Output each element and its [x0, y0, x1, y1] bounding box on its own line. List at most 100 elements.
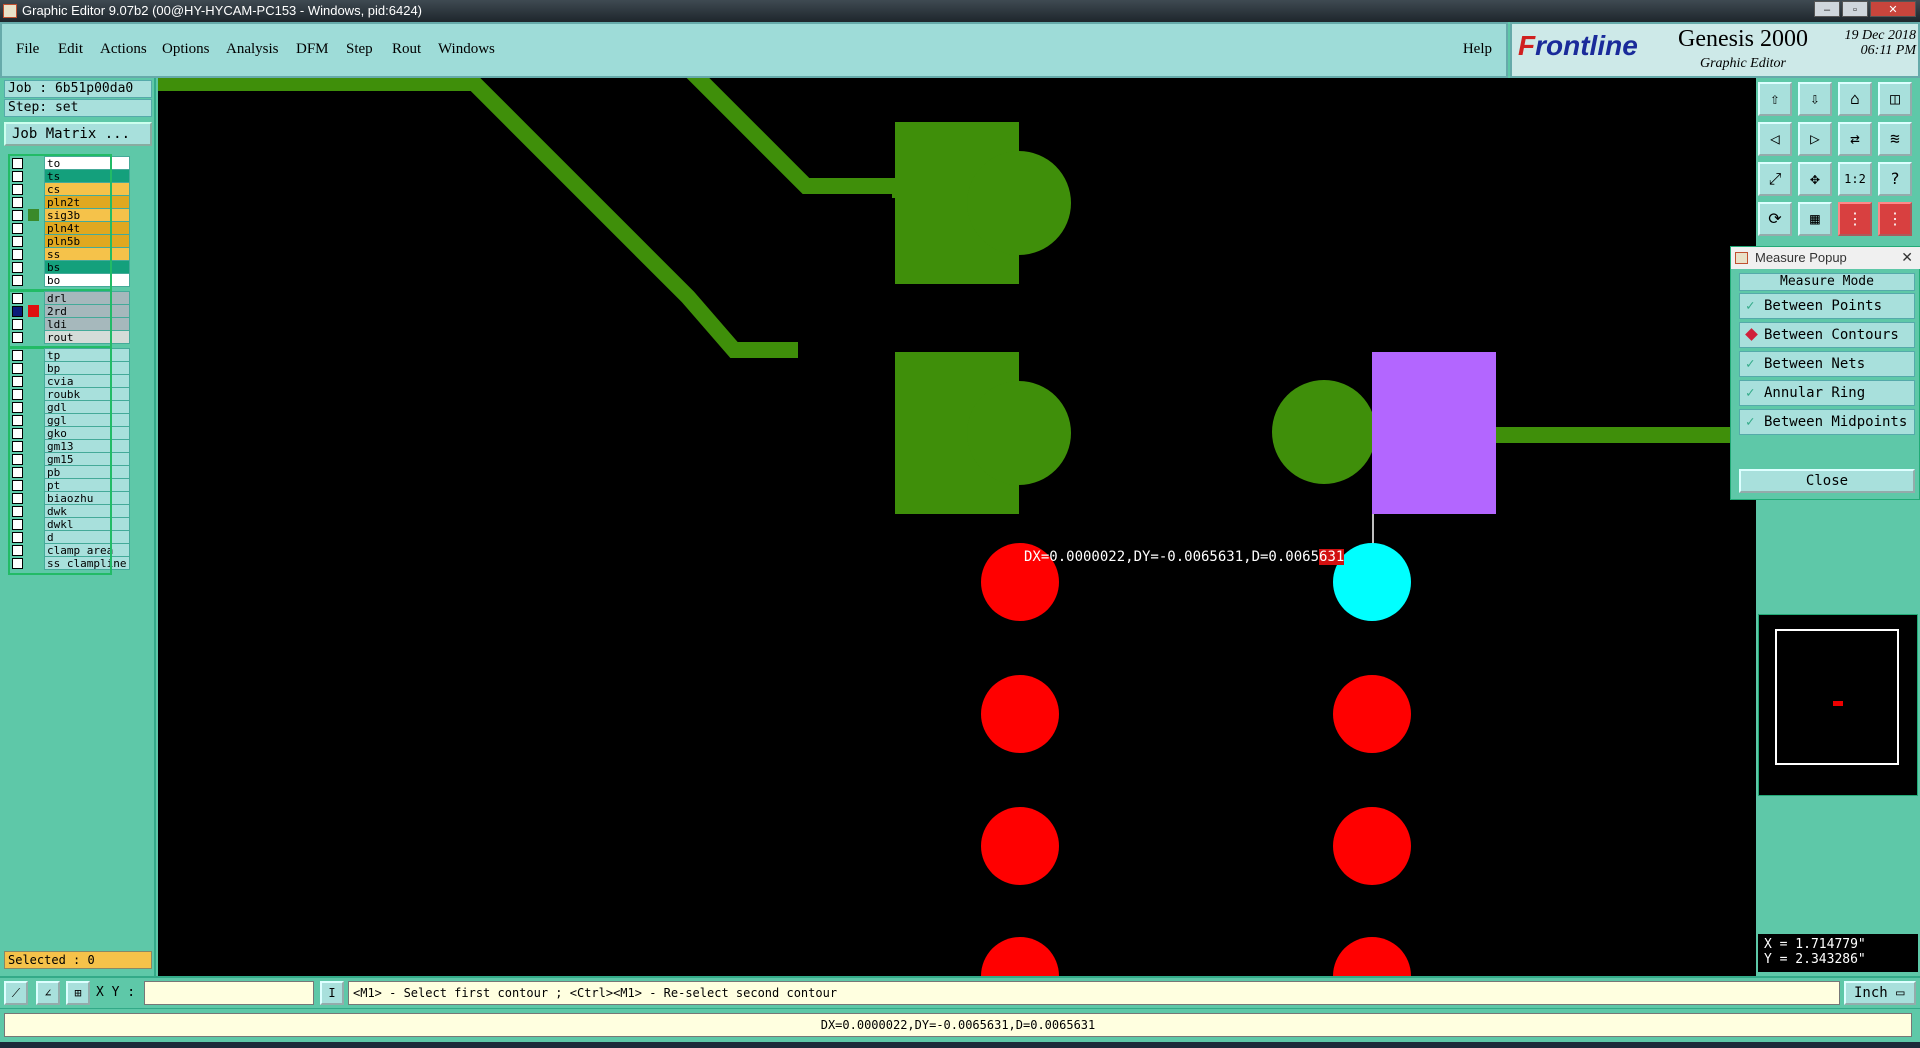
xy-label: X Y : [96, 985, 136, 1000]
pan-right-icon[interactable]: ▷ [1798, 122, 1832, 156]
measure-readout: DX=0.0000022,DY=-0.0065631,D=0.0065631 [1024, 549, 1345, 565]
date-time: 19 Dec 2018 06:11 PM [1820, 28, 1916, 58]
menu-help[interactable]: Help [1463, 41, 1492, 58]
pad-round [967, 381, 1071, 485]
info-icon[interactable]: I [320, 981, 344, 1005]
pad-right [1272, 380, 1376, 484]
measure-readout-highlight: 631 [1319, 549, 1345, 565]
step-label: Step: set [4, 99, 152, 117]
pan-left-icon[interactable]: ◁ [1758, 122, 1792, 156]
popup-close-button[interactable]: Close [1739, 469, 1915, 493]
measure-mode-item[interactable]: ✓ Between Points [1739, 293, 1915, 319]
measure-mode-item[interactable]: Between Contours [1739, 322, 1915, 348]
product-name: Genesis 2000 [1678, 26, 1808, 52]
maximize-button[interactable]: ▫ [1842, 1, 1868, 17]
measure-mode-item[interactable]: ✓ Between Nets [1739, 351, 1915, 377]
menu-actions[interactable]: Actions [100, 41, 147, 58]
frontline-logo: Frontline Genesis 2000 Graphic Editor 19… [1510, 22, 1920, 78]
radio-selected-icon [1745, 328, 1758, 341]
command-prompt: <M1> - Select first contour ; <Ctrl><M1>… [348, 981, 1840, 1005]
drill-hole-selected [1333, 543, 1411, 621]
drill-holes [981, 543, 1411, 976]
unit-selector[interactable]: Inch ▭ [1844, 981, 1916, 1005]
popup-close-icon[interactable]: ✕ [1901, 249, 1913, 266]
measure-mode-header: Measure Mode [1739, 273, 1915, 291]
layer-group [8, 346, 112, 575]
check-icon: ✓ [1746, 414, 1755, 430]
overview-map[interactable] [1758, 614, 1918, 796]
pad-round [1272, 380, 1376, 484]
scale-icon[interactable]: 1:2 [1838, 162, 1872, 196]
measure-mode-item[interactable]: ✓ Between Midpoints [1739, 409, 1915, 435]
measure-mode-item[interactable]: ✓ Annular Ring [1739, 380, 1915, 406]
home-icon[interactable]: ⌂ [1838, 82, 1872, 116]
drill-hole [981, 675, 1059, 753]
close-window-button[interactable]: ✕ [1870, 1, 1916, 17]
menu-edit[interactable]: Edit [58, 41, 83, 58]
command-bar: ⟋ ∠ ⊞ X Y : I <M1> - Select first contou… [0, 976, 1920, 1006]
selected-pad [1372, 352, 1496, 514]
zoom-center-icon[interactable]: ✥ [1798, 162, 1832, 196]
message-bar: DX=0.0000022,DY=-0.0065631,D=0.0065631 [0, 1008, 1920, 1040]
overview-marker [1833, 701, 1843, 706]
menu-file[interactable]: File [16, 41, 39, 58]
window-title-bar: Graphic Editor 9.07b2 (00@HY-HYCAM-PC153… [0, 0, 1920, 22]
angle-mode-icon[interactable]: ∠ [36, 981, 60, 1005]
layer-up-icon[interactable]: ⇧ [1758, 82, 1792, 116]
selected-count: Selected : 0 [4, 951, 152, 969]
measure-popup: Measure Popup ✕ Measure Mode Close ✓ Betw… [1730, 246, 1920, 500]
help-icon[interactable]: ? [1878, 162, 1912, 196]
menu-rout[interactable]: Rout [392, 41, 421, 58]
measure-mode-label: Annular Ring [1764, 385, 1866, 401]
app-icon [3, 4, 17, 18]
menu-step[interactable]: Step [346, 41, 373, 58]
drill-hole [981, 807, 1059, 885]
drill-hole [1333, 937, 1411, 976]
layer-list: to ts cs pln2t sig3b pln4t pln5b ss bs bo drl 2rd ld… [4, 154, 130, 754]
menu-dfm[interactable]: DFM [296, 41, 329, 58]
overview-frame[interactable] [1775, 629, 1899, 765]
menu-windows[interactable]: Windows [438, 41, 495, 58]
drill-hole [1333, 807, 1411, 885]
net-red-icon[interactable]: ⋮ [1838, 202, 1872, 236]
measure-mode-label: Between Nets [1764, 356, 1866, 372]
chevron-down-icon: ▭ [1896, 985, 1905, 1001]
coord-x: X = 1.714779" [1764, 937, 1866, 952]
xy-input[interactable] [144, 981, 314, 1005]
graphic-canvas[interactable]: DX=0.0000022,DY=-0.0065631,D=0.0065631 [158, 78, 1756, 976]
check-icon: ✓ [1746, 356, 1755, 372]
drill-hole [1333, 675, 1411, 753]
swap-icon[interactable]: ⇄ [1838, 122, 1872, 156]
board-graphics[interactable] [158, 78, 1756, 976]
measure-readout-main: DX=0.0000022,DY=-0.0065631,D=0.0065 [1024, 549, 1320, 565]
trace [686, 78, 908, 198]
snap-mode-icon[interactable]: ⟋ [4, 981, 28, 1005]
zoom-fit-icon[interactable]: ⤢ [1758, 162, 1792, 196]
measure-mode-label: Between Midpoints [1764, 414, 1908, 430]
layer-panel: Job : 6b51p00da0 Step: set Job Matrix ..… [0, 78, 156, 976]
menu-options[interactable]: Options [162, 41, 210, 58]
menu-bar: File Edit Actions Options Analysis DFM S… [0, 22, 1508, 78]
check-icon: ✓ [1746, 298, 1755, 314]
grid-mode-icon[interactable]: ⊞ [66, 981, 90, 1005]
rotate-icon[interactable]: ⟳ [1758, 202, 1792, 236]
time: 06:11 PM [1860, 43, 1916, 58]
product-subtitle: Graphic Editor [1700, 56, 1786, 71]
menu-analysis[interactable]: Analysis [226, 41, 279, 58]
grid-icon[interactable]: ▦ [1798, 202, 1832, 236]
drill-hole [981, 937, 1059, 976]
status-message: DX=0.0000022,DY=-0.0065631,D=0.0065631 [4, 1013, 1912, 1037]
popup-title: Measure Popup [1731, 247, 1920, 269]
measure-mode-label: Between Contours [1764, 327, 1899, 343]
job-label: Job : 6b51p00da0 [4, 80, 152, 98]
popup-icon [1735, 252, 1748, 264]
trace [158, 78, 798, 358]
window-title: Graphic Editor 9.07b2 (00@HY-HYCAM-PC153… [22, 3, 423, 18]
layer-down-icon[interactable]: ⇩ [1798, 82, 1832, 116]
split-view-icon[interactable]: ◫ [1878, 82, 1912, 116]
minimize-button[interactable]: – [1814, 1, 1840, 17]
unit-label: Inch [1854, 985, 1888, 1001]
snap-icon[interactable]: ≋ [1878, 122, 1912, 156]
net-red-2-icon[interactable]: ⋮ [1878, 202, 1912, 236]
job-matrix-button[interactable]: Job Matrix ... [4, 122, 152, 146]
